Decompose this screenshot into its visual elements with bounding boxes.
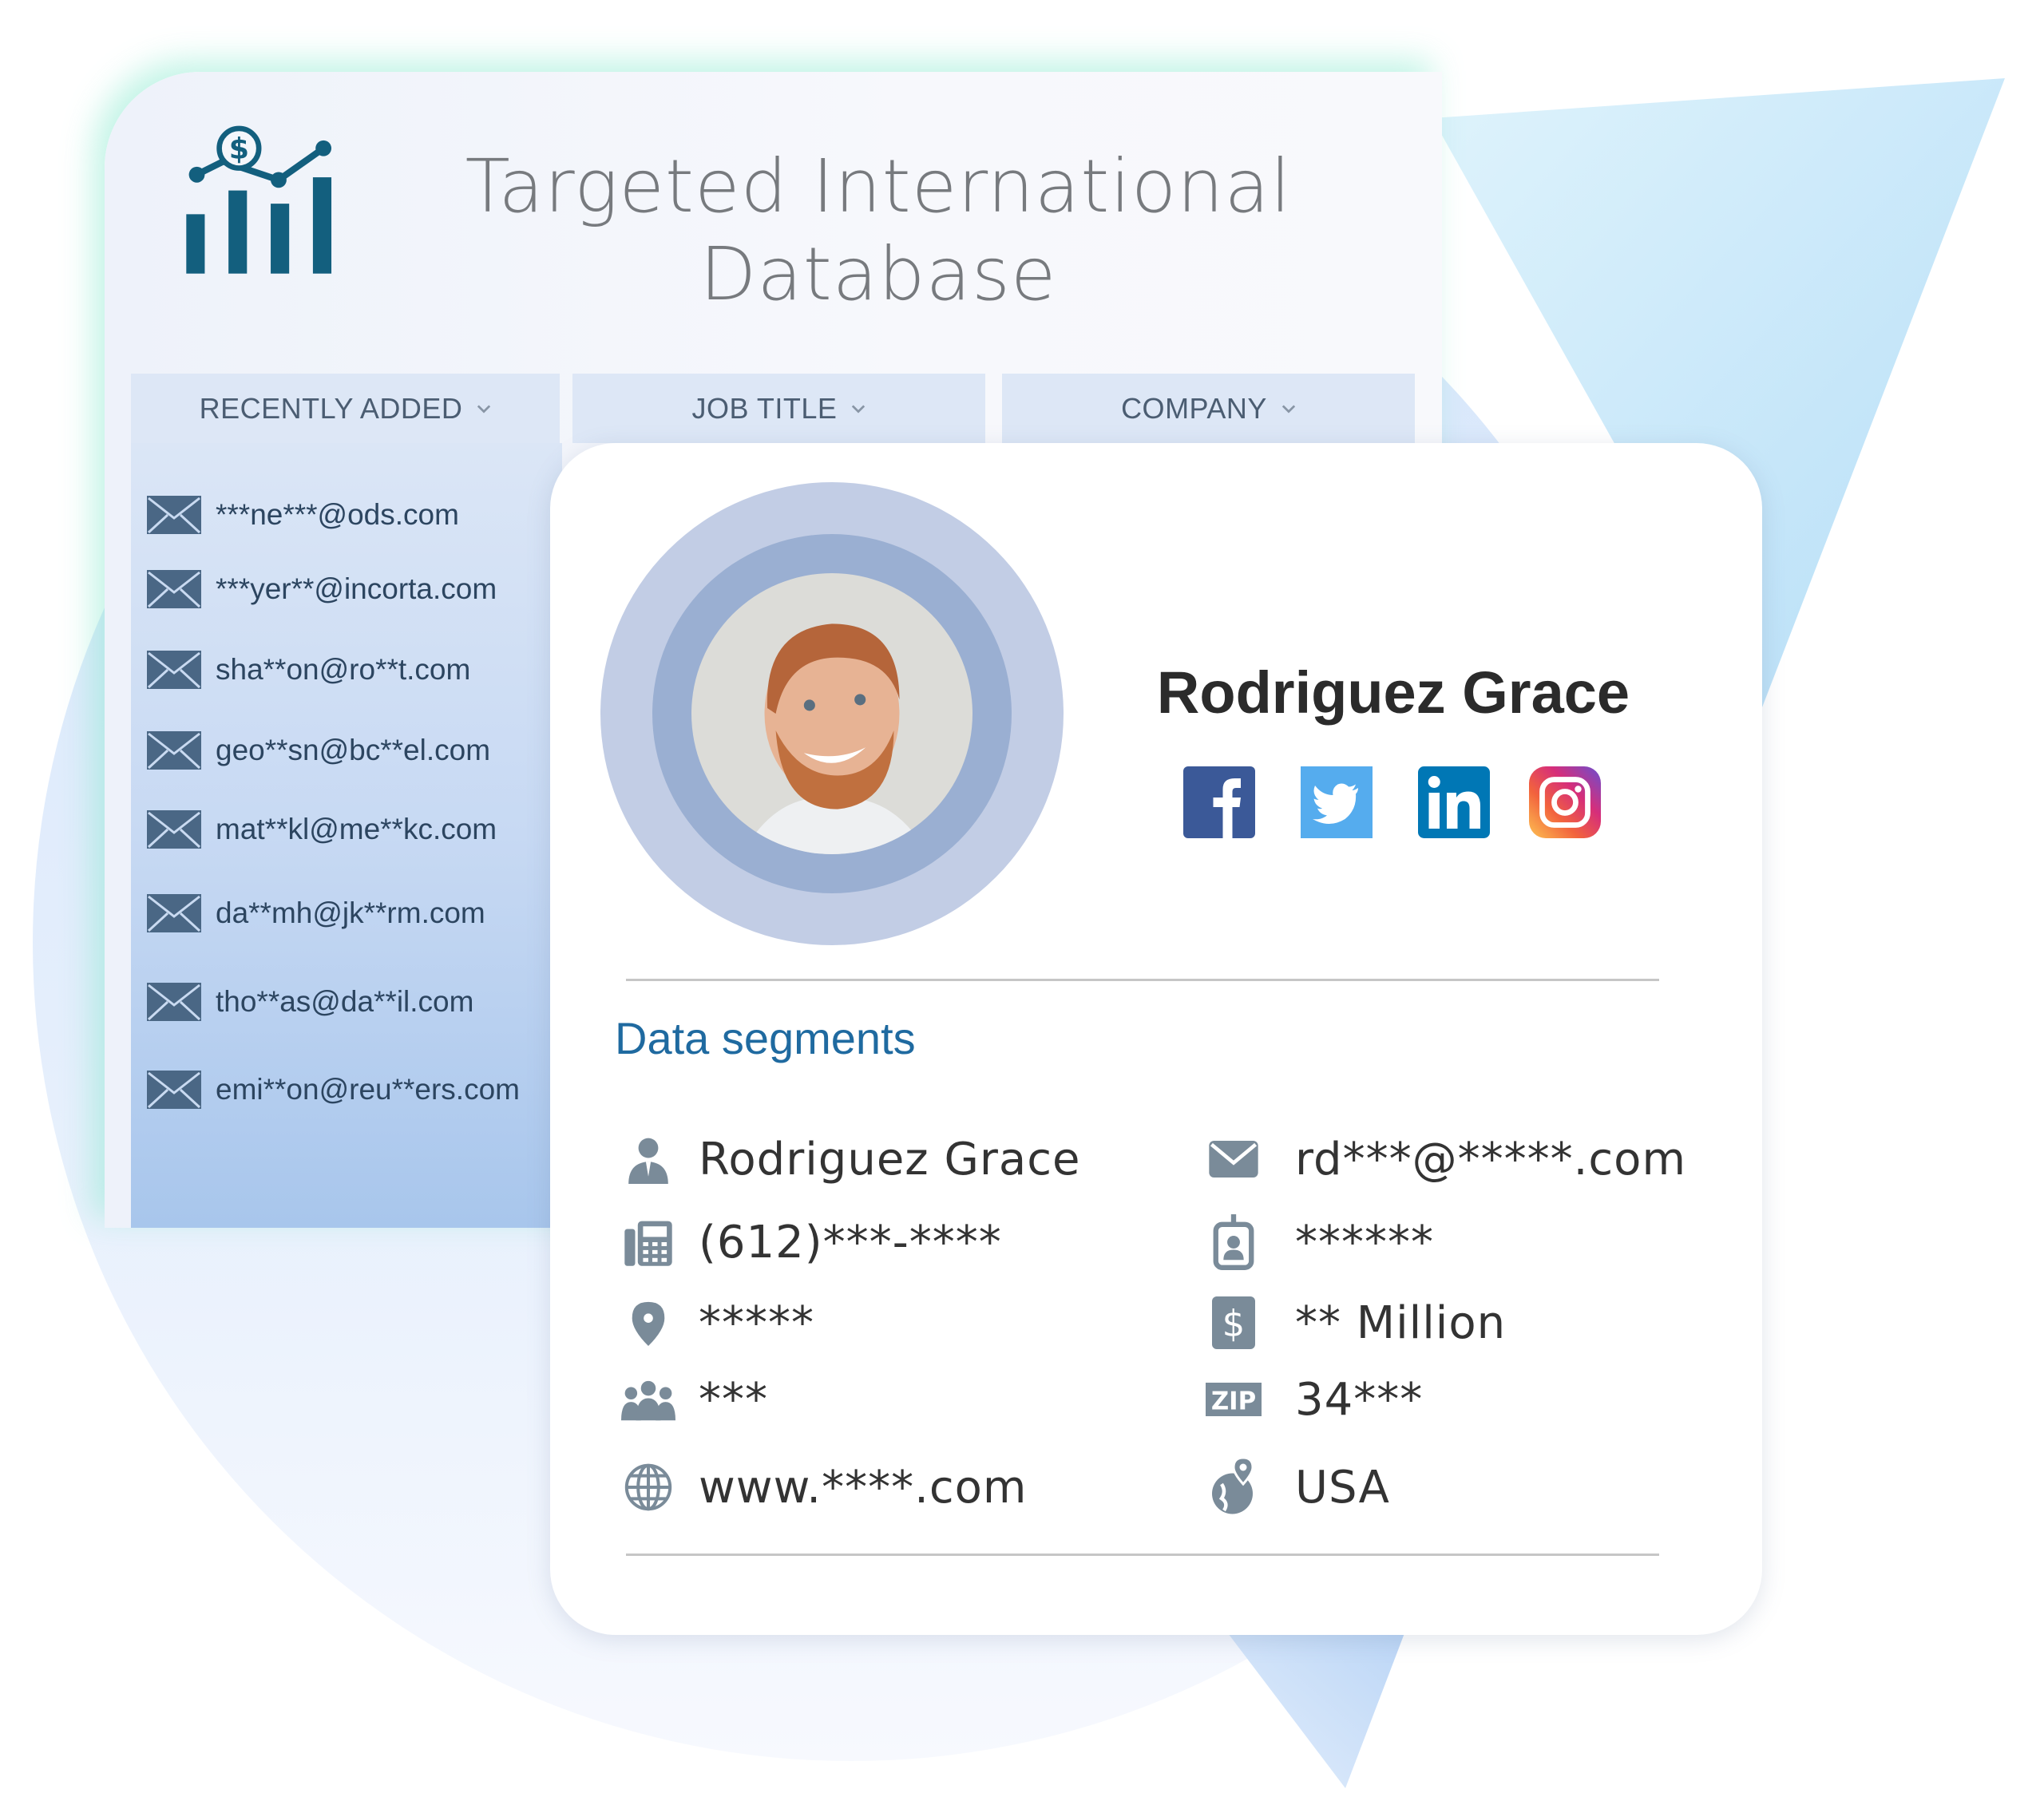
- envelope-icon: [147, 983, 201, 1021]
- divider-bottom: [626, 1554, 1659, 1556]
- segment-value: *****: [699, 1291, 814, 1355]
- segment-left-3-text: ***: [699, 1373, 768, 1426]
- segment-value: (612)***-****: [699, 1210, 1002, 1274]
- segment-value: 34***: [1295, 1368, 1423, 1431]
- email-list-item[interactable]: sha**on@ro**t.com: [147, 646, 470, 694]
- envelope-icon: [147, 1071, 201, 1109]
- facebook-icon[interactable]: [1183, 766, 1255, 838]
- phone-icon: [620, 1214, 676, 1270]
- segment-value: USA: [1295, 1455, 1390, 1519]
- svg-text:ZIP: ZIP: [1211, 1387, 1256, 1416]
- chart-dollar-logo-icon: $: [186, 125, 332, 274]
- tab-recently-added[interactable]: RECENTLY ADDED: [131, 374, 560, 443]
- email-address: ***ne***@ods.com: [216, 498, 459, 531]
- envelope-icon: [147, 810, 201, 849]
- segment-value: www.****.com: [699, 1455, 1027, 1519]
- segment-value: ******: [1295, 1210, 1434, 1274]
- dollar-icon: $: [1206, 1295, 1262, 1351]
- segment-left-2-text: *****: [699, 1296, 814, 1349]
- person-icon: [620, 1131, 676, 1187]
- segment-value: Rodriguez Grace: [699, 1127, 1080, 1191]
- email-list-item[interactable]: mat**kl@me**kc.com: [147, 805, 497, 853]
- twitter-icon[interactable]: [1301, 766, 1373, 838]
- email-address: da**mh@jk**rm.com: [216, 896, 485, 929]
- email-list-item[interactable]: da**mh@jk**rm.com: [147, 889, 485, 937]
- segment-right-4-text: USA: [1295, 1461, 1390, 1514]
- segment-value: rd***@*****.com: [1295, 1127, 1686, 1191]
- email-address: mat**kl@me**kc.com: [216, 813, 497, 845]
- email-list-item[interactable]: geo**sn@bc**el.com: [147, 726, 490, 774]
- instagram-icon[interactable]: [1529, 766, 1601, 838]
- avatar[interactable]: [691, 573, 972, 854]
- envelope-icon: [147, 496, 201, 534]
- segment-left-1-text: (612)***-****: [699, 1216, 1002, 1269]
- segment-value: ***: [699, 1368, 768, 1431]
- envelope-icon: [1206, 1131, 1262, 1187]
- email-address: ***yer**@incorta.com: [216, 572, 497, 605]
- email-list-item[interactable]: tho**as@da**il.com: [147, 978, 473, 1026]
- email-address: sha**on@ro**t.com: [216, 653, 471, 686]
- email-list-item[interactable]: ***ne***@ods.com: [147, 491, 459, 539]
- page-title-line1: Targeted International: [465, 144, 1292, 229]
- id-badge-icon: [1206, 1214, 1262, 1270]
- divider-top: [626, 979, 1659, 981]
- chevron-down-icon: [1281, 404, 1296, 414]
- segment-value: ** Million: [1295, 1291, 1506, 1355]
- email-list-item[interactable]: emi**on@reu**ers.com: [147, 1066, 520, 1114]
- envelope-icon: [147, 731, 201, 770]
- tab-label: COMPANY: [1121, 391, 1267, 425]
- chevron-down-icon: [852, 404, 866, 414]
- segment-right-2-text: ** Million: [1295, 1296, 1507, 1349]
- segment-left-0-text: Rodriguez Grace: [699, 1133, 1081, 1185]
- page-title-line2: Database: [699, 232, 1057, 317]
- tab-label: RECENTLY ADDED: [199, 391, 463, 425]
- tab-job-title[interactable]: JOB TITLE: [572, 374, 985, 443]
- envelope-icon: [147, 570, 201, 608]
- profile-name: Rodriguez Grace: [1156, 659, 1630, 726]
- envelope-icon: [147, 894, 201, 932]
- svg-text:$: $: [229, 132, 249, 166]
- email-address: emi**on@reu**ers.com: [216, 1073, 520, 1106]
- segment-right-1-text: ******: [1295, 1216, 1434, 1269]
- team-icon: [620, 1371, 676, 1427]
- email-list-item[interactable]: ***yer**@incorta.com: [147, 565, 497, 613]
- segment-left-4-text: www.****.com: [699, 1461, 1028, 1514]
- globe-icon: [620, 1459, 676, 1515]
- email-address: tho**as@da**il.com: [216, 985, 474, 1018]
- location-pin-icon: [620, 1295, 676, 1351]
- segment-right-3-text: 34***: [1295, 1373, 1424, 1426]
- data-segments-heading: Data segments: [615, 1013, 916, 1063]
- tab-company[interactable]: COMPANY: [1002, 374, 1415, 443]
- linkedin-icon[interactable]: [1418, 766, 1490, 838]
- segment-right-0-text: rd***@*****.com: [1295, 1133, 1686, 1185]
- zip-icon: ZIP: [1206, 1371, 1262, 1427]
- globe-pin-icon: [1206, 1457, 1262, 1515]
- svg-text:$: $: [1222, 1303, 1246, 1345]
- chevron-down-icon: [477, 404, 491, 414]
- tab-label: JOB TITLE: [691, 391, 838, 425]
- envelope-icon: [147, 651, 201, 689]
- email-address: geo**sn@bc**el.com: [216, 734, 491, 766]
